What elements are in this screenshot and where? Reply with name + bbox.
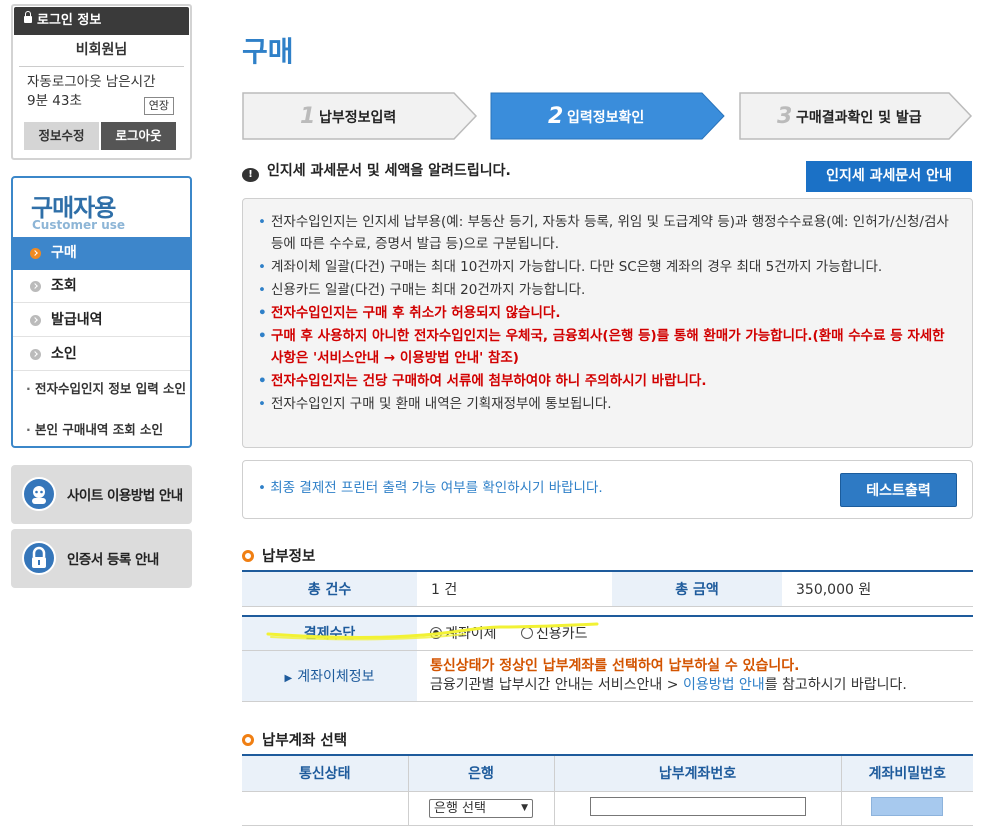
user-guide-icon bbox=[22, 477, 56, 511]
step-label: 납부정보입력 bbox=[319, 110, 397, 126]
total-amount-value: 350,000 원 bbox=[782, 571, 973, 607]
login-info-box: 로그인 정보 비회원님 자동로그아웃 남은시간 9분 43초 연장 정보수정 로그… bbox=[11, 4, 192, 160]
col-header-account-password: 계좌비밀번호 bbox=[840, 755, 973, 792]
account-password-input[interactable] bbox=[871, 796, 944, 816]
site-guide-banner[interactable]: 사이트 이용방법 안내 bbox=[11, 465, 192, 524]
notice-item-warning: 전자수입인지는 건당 구매하여 서류에 첨부하여야 하니 주의하시기 바랍니다. bbox=[258, 370, 958, 392]
notice-box: 전자수입인지는 인지세 납부용(예: 부동산 등기, 자동차 등록, 위임 및 … bbox=[242, 198, 973, 448]
menu-item-label: 소인 bbox=[51, 346, 77, 362]
col-header-account-number: 납부계좌번호 bbox=[553, 755, 842, 792]
notice-item: 신용카드 일괄(다건) 구매는 최대 20건까지 가능합니다. bbox=[258, 279, 958, 301]
timer-label: 자동로그아웃 남은시간 bbox=[27, 74, 156, 90]
notice-item-warning: 전자수입인지는 구매 후 취소가 허용되지 않습니다. bbox=[258, 302, 958, 324]
total-amount-label: 총 금액 bbox=[612, 571, 782, 607]
transfer-info-content: 통신상태가 정상인 납부계좌를 선택하여 납부하실 수 있습니다. 금융기관별 … bbox=[417, 650, 973, 702]
notice-heading: ! 인지세 과세문서 및 세액을 알려드립니다. bbox=[242, 160, 511, 182]
notice-item-warning: 구매 후 사용하지 아니한 전자수입인지는 우체국, 금융회사(은행 등)를 통… bbox=[258, 325, 958, 369]
extend-button[interactable]: 연장 bbox=[143, 97, 174, 115]
customer-menu: 구매자용 Customer use 구매 조회 발급내역 소인 · 전자수입인지 … bbox=[11, 176, 192, 448]
notice-item: 전자수입인지는 인지세 납부용(예: 부동산 등기, 자동차 등록, 위임 및 … bbox=[258, 211, 958, 255]
section-title: 납부정보 bbox=[262, 549, 316, 565]
menu-item-issue-history[interactable]: 발급내역 bbox=[13, 304, 190, 337]
status-cell bbox=[242, 790, 409, 826]
step-2: 2 입력정보확인 bbox=[490, 92, 726, 140]
bank-select-value: 은행 선택 bbox=[434, 800, 486, 816]
submenu-label: 본인 구매내역 조회 소인 bbox=[35, 422, 164, 437]
certificate-guide-label: 인증서 등록 안내 bbox=[67, 552, 159, 568]
certificate-guide-banner[interactable]: 인증서 등록 안내 bbox=[11, 529, 192, 588]
submenu-label: 전자수입인지 정보 입력 소인 bbox=[35, 381, 187, 396]
lock-icon bbox=[24, 11, 32, 23]
transfer-hint: 금융기관별 납부시간 안내는 서비스안내 > 이용방법 안내를 참고하시기 바랍… bbox=[430, 676, 973, 695]
col-header-bank: 은행 bbox=[407, 755, 555, 792]
notice-item: 계좌이체 일괄(다건) 구매는 최대 10건까지 가능합니다. 다만 SC은행 … bbox=[258, 256, 958, 278]
account-password-cell bbox=[840, 790, 973, 826]
menu-item-label: 구매 bbox=[51, 245, 77, 261]
chevron-right-icon bbox=[30, 248, 41, 259]
print-test-message: 최종 결제전 프린터 출력 가능 여부를 확인하시기 바랍니다. bbox=[270, 480, 603, 496]
payment-info-heading: 납부정보 bbox=[242, 545, 315, 566]
triangle-right-icon: ▶ bbox=[284, 672, 293, 684]
step-3: 3 구매결과확인 및 발급 bbox=[739, 92, 975, 140]
step-number: 2 bbox=[548, 104, 564, 129]
step-label: 구매결과확인 및 발급 bbox=[796, 110, 922, 126]
circle-bullet-icon bbox=[242, 550, 254, 562]
step-label: 입력정보확인 bbox=[567, 110, 645, 126]
circle-bullet-icon bbox=[242, 734, 254, 746]
menu-item-label: 발급내역 bbox=[51, 312, 103, 328]
menu-item-purchase[interactable]: 구매 bbox=[13, 237, 190, 270]
logout-button[interactable]: 로그아웃 bbox=[101, 122, 176, 150]
site-guide-label: 사이트 이용방법 안내 bbox=[67, 488, 183, 504]
step-1: 1 납부정보입력 bbox=[242, 92, 478, 140]
total-count-label: 총 건수 bbox=[242, 571, 417, 607]
transfer-info-label: ▶ 계좌이체정보 bbox=[242, 650, 417, 702]
highlighter-scribble bbox=[266, 622, 599, 641]
transfer-info-label-text: 계좌이체정보 bbox=[297, 668, 375, 685]
step-number: 3 bbox=[777, 104, 793, 129]
section-title: 납부계좌 선택 bbox=[262, 733, 348, 749]
usage-guide-link[interactable]: 이용방법 안내 bbox=[683, 677, 765, 693]
chevron-right-icon bbox=[30, 349, 41, 360]
bank-select[interactable]: 은행 선택 ▼ bbox=[429, 798, 533, 818]
submenu-stamp-info-input[interactable]: · 전자수입인지 정보 입력 소인 bbox=[26, 380, 187, 398]
bank-cell: 은행 선택 ▼ bbox=[407, 790, 555, 826]
transfer-hint-pre: 금융기관별 납부시간 안내는 서비스안내 > bbox=[430, 676, 683, 693]
notice-heading-text: 인지세 과세문서 및 세액을 알려드립니다. bbox=[267, 163, 511, 179]
print-test-box: • 최종 결제전 프린터 출력 가능 여부를 확인하시기 바랍니다. 테스트출력 bbox=[242, 460, 973, 519]
chevron-right-icon bbox=[30, 315, 41, 326]
notice-item: 전자수입인지 구매 및 환매 내역은 기획재정부에 통보됩니다. bbox=[258, 393, 958, 415]
menu-subtitle: Customer use bbox=[32, 218, 126, 232]
print-test-text: • 최종 결제전 프린터 출력 가능 여부를 확인하시기 바랍니다. bbox=[258, 480, 603, 496]
account-number-input[interactable] bbox=[589, 796, 806, 816]
notice-list: 전자수입인지는 인지세 납부용(예: 부동산 등기, 자동차 등록, 위임 및 … bbox=[258, 211, 958, 416]
menu-item-cancel-stamp[interactable]: 소인 bbox=[13, 338, 190, 371]
test-print-button[interactable]: 테스트출력 bbox=[840, 473, 957, 507]
account-select-table: 통신상태 은행 납부계좌번호 계좌비밀번호 은행 선택 ▼ bbox=[242, 754, 973, 826]
login-info-header: 로그인 정보 bbox=[14, 7, 189, 35]
edit-info-button[interactable]: 정보수정 bbox=[24, 122, 99, 150]
speech-bubble-icon: ! bbox=[242, 168, 259, 182]
step-number: 1 bbox=[300, 104, 316, 129]
col-header-status: 통신상태 bbox=[242, 755, 409, 792]
transfer-notice: 통신상태가 정상인 납부계좌를 선택하여 납부하실 수 있습니다. bbox=[430, 657, 800, 674]
transfer-hint-post: 를 참고하시기 바랍니다. bbox=[764, 676, 907, 693]
chevron-down-icon: ▼ bbox=[521, 802, 528, 813]
total-count-value: 1 건 bbox=[417, 571, 612, 607]
login-info-title: 로그인 정보 bbox=[37, 13, 102, 28]
account-number-cell bbox=[553, 790, 842, 826]
stamp-tax-guide-button[interactable]: 인지세 과세문서 안내 bbox=[806, 161, 972, 192]
menu-item-inquiry[interactable]: 조회 bbox=[13, 270, 190, 303]
lock-icon bbox=[22, 541, 56, 575]
menu-item-label: 조회 bbox=[51, 278, 77, 294]
account-select-heading: 납부계좌 선택 bbox=[242, 729, 347, 750]
page-title: 구매 bbox=[242, 35, 294, 68]
submenu-my-purchase-inquiry[interactable]: · 본인 구매내역 조회 소인 bbox=[26, 421, 187, 439]
user-name: 비회원님 bbox=[19, 36, 184, 67]
chevron-right-icon bbox=[30, 281, 41, 292]
payment-summary-table: 총 건수 1 건 총 금액 350,000 원 bbox=[242, 570, 973, 607]
